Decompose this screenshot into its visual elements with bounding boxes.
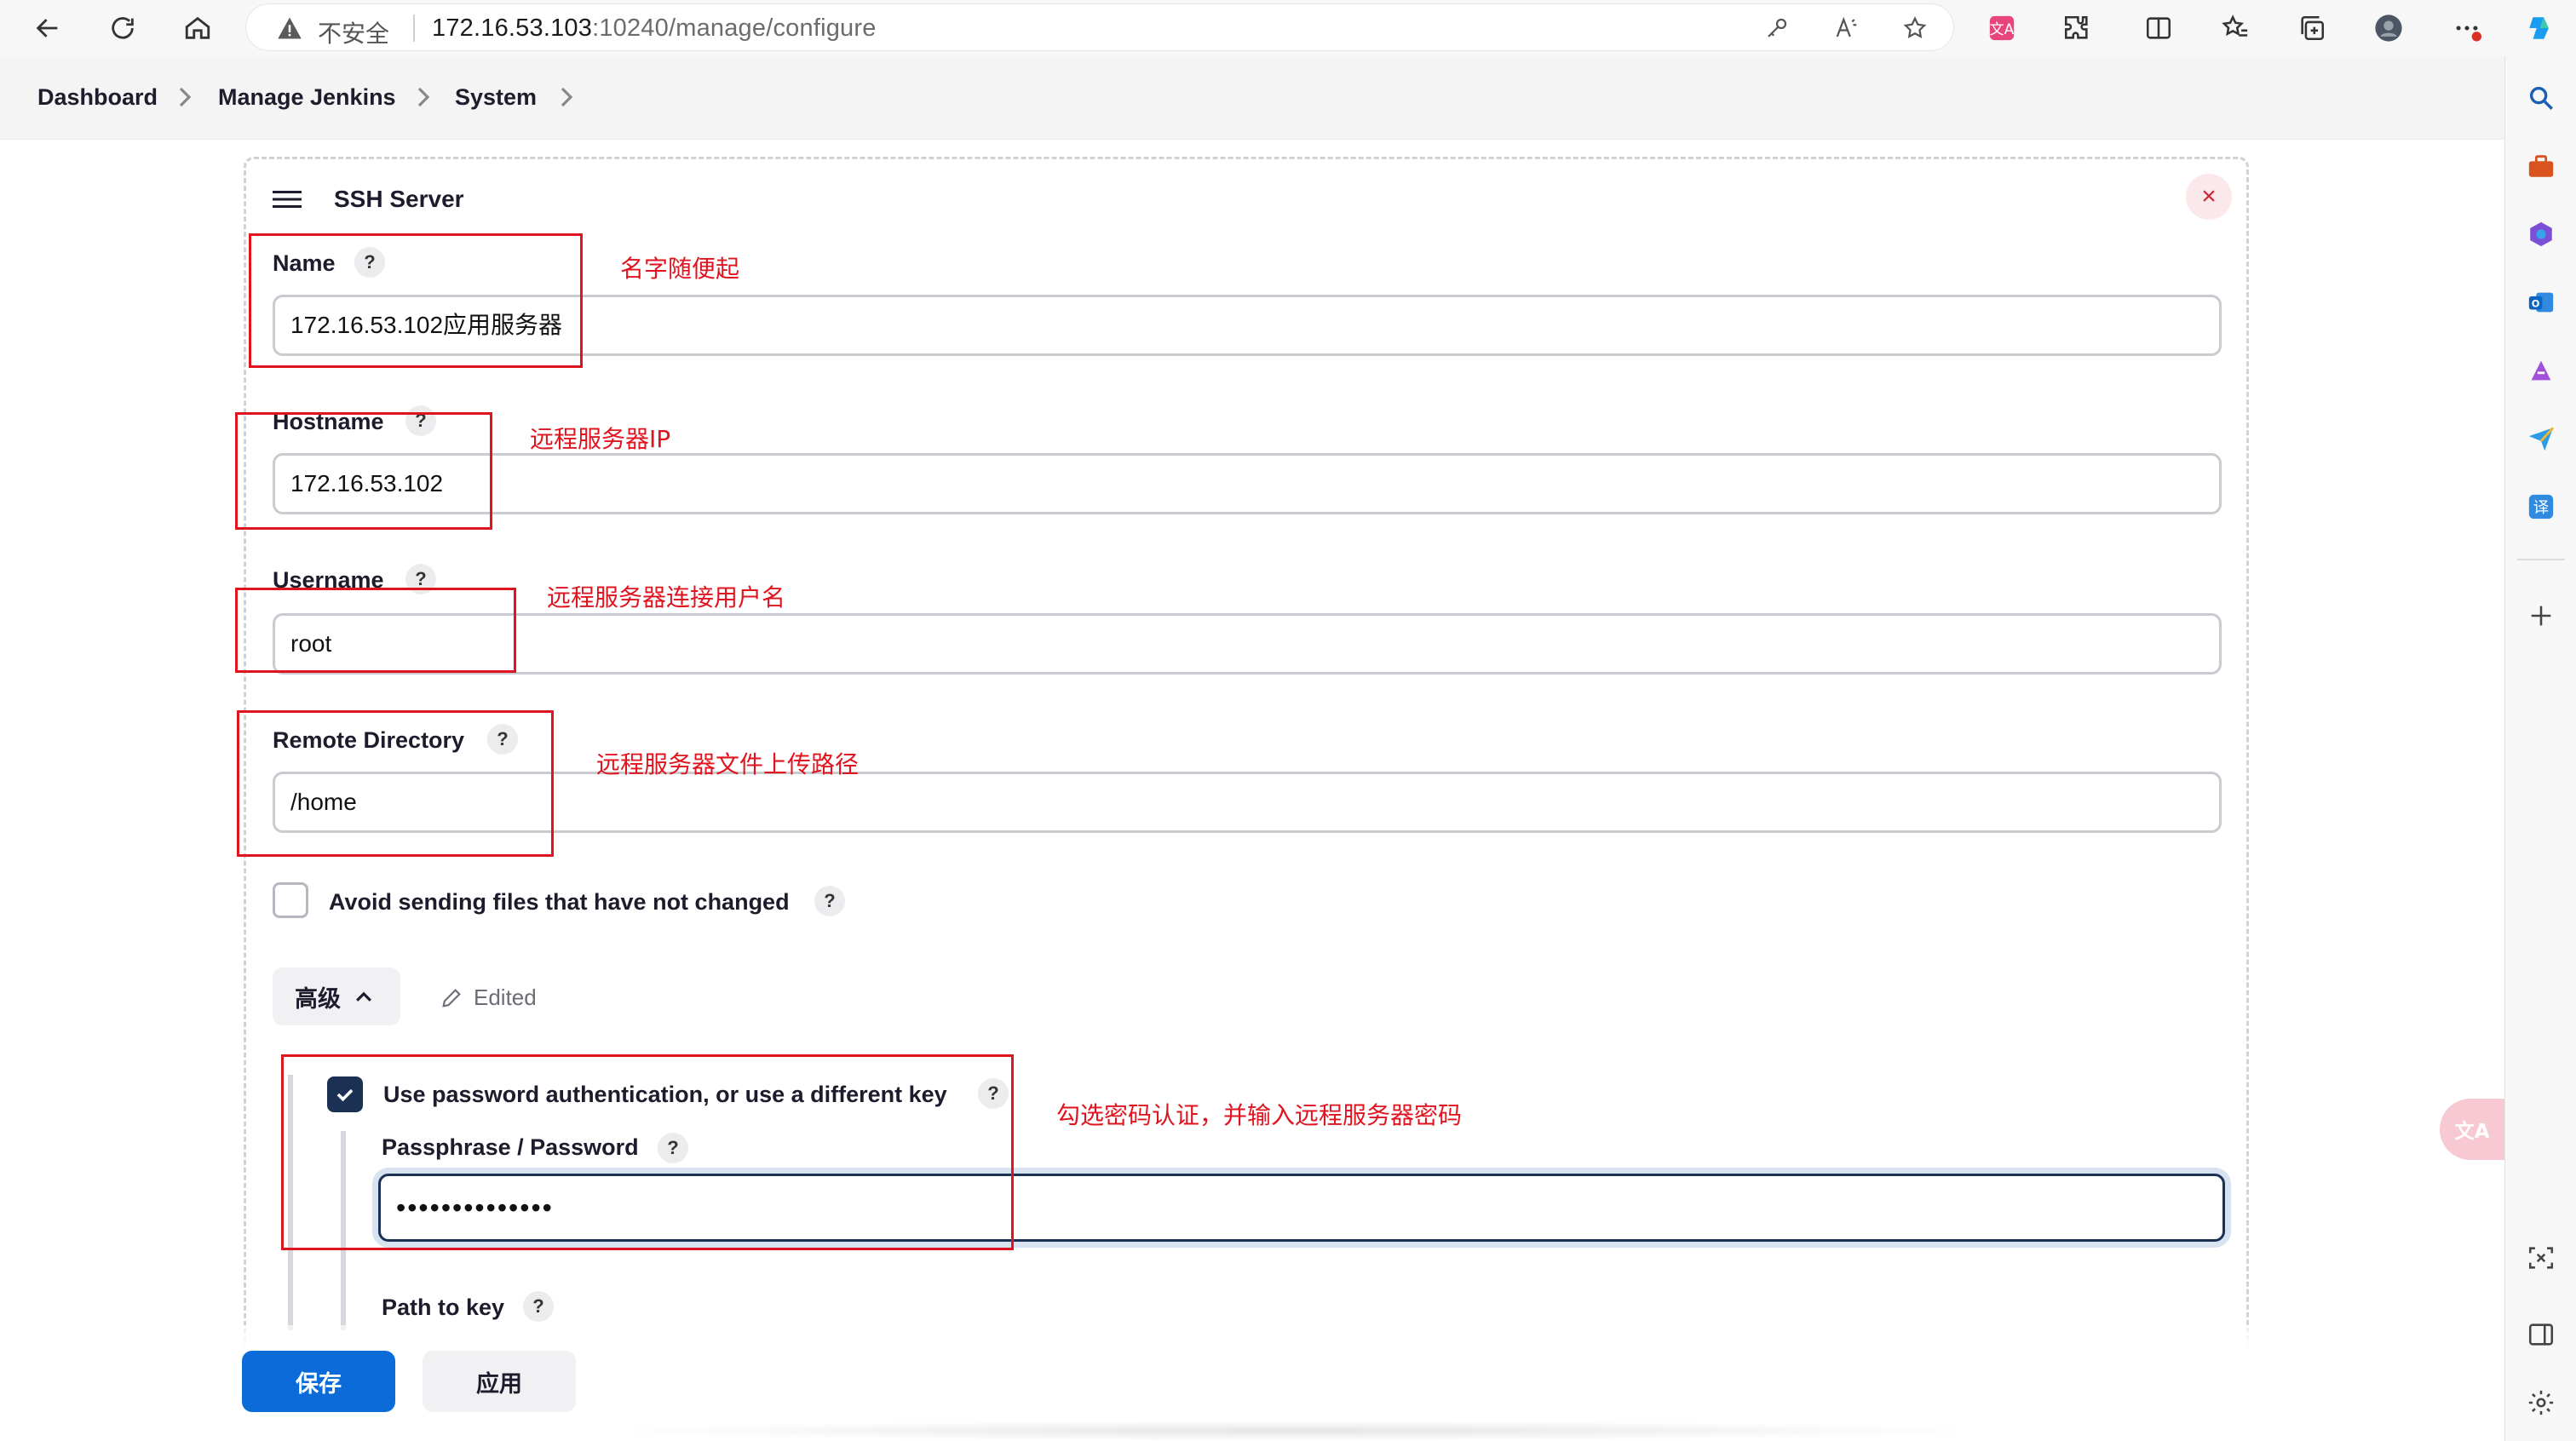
url-path: :10240/manage/configure bbox=[592, 14, 877, 42]
advanced-label: 高级 bbox=[295, 985, 341, 1013]
home-icon[interactable] bbox=[177, 8, 218, 49]
browser-toolbar: 不安全 172.16.53.103:10240/manage/configure… bbox=[0, 0, 2576, 56]
chevron-right-icon bbox=[417, 87, 430, 107]
add-icon[interactable] bbox=[2523, 598, 2559, 634]
warning-icon bbox=[278, 17, 302, 39]
breadcrumb-system[interactable]: System bbox=[455, 84, 537, 111]
search-icon[interactable] bbox=[2523, 80, 2559, 116]
copilot-icon[interactable] bbox=[2523, 11, 2557, 45]
insecure-label[interactable]: 不安全 bbox=[318, 15, 389, 49]
send-icon[interactable] bbox=[2523, 421, 2559, 456]
apply-button[interactable]: 应用 bbox=[423, 1351, 576, 1412]
refresh-icon[interactable] bbox=[102, 8, 143, 49]
translate-extension-icon[interactable]: 文A bbox=[1985, 11, 2019, 45]
chevron-right-icon[interactable] bbox=[557, 85, 578, 109]
translator-icon[interactable]: 译 bbox=[2523, 489, 2559, 525]
path-to-key-label: Path to key bbox=[382, 1295, 505, 1320]
advanced-toggle-button[interactable]: 高级 bbox=[273, 967, 400, 1025]
designer-icon[interactable] bbox=[2523, 353, 2559, 388]
office-icon[interactable] bbox=[2523, 216, 2559, 252]
chevron-right-icon bbox=[179, 87, 192, 107]
sidebar-divider bbox=[2517, 559, 2565, 560]
annotation-box-name bbox=[249, 233, 583, 368]
svg-text:文A: 文A bbox=[1990, 21, 2015, 38]
screenshot-icon[interactable] bbox=[2523, 1240, 2559, 1276]
svg-text:文A: 文A bbox=[2455, 1119, 2489, 1143]
collections-icon[interactable] bbox=[2295, 11, 2329, 45]
annotation-username: 远程服务器连接用户名 bbox=[547, 583, 786, 611]
outlook-icon[interactable]: O bbox=[2523, 284, 2559, 320]
path-to-key-help-button[interactable]: ? bbox=[523, 1291, 554, 1322]
split-screen-icon[interactable] bbox=[2142, 11, 2176, 45]
edited-indicator: Edited bbox=[440, 985, 537, 1011]
remote-directory-input[interactable]: /home bbox=[273, 772, 2222, 833]
chevron-up-icon bbox=[356, 991, 371, 1002]
annotation-remote-directory: 远程服务器文件上传路径 bbox=[596, 750, 860, 778]
section-title: SSH Server bbox=[334, 186, 464, 212]
edited-label: Edited bbox=[474, 985, 537, 1010]
floating-translate-icon[interactable]: 文A bbox=[2440, 1099, 2504, 1160]
annotation-box-hostname bbox=[235, 412, 492, 530]
annotation-hostname: 远程服务器IP bbox=[530, 425, 671, 453]
breadcrumb-manage-jenkins[interactable]: Manage Jenkins bbox=[218, 84, 396, 111]
more-menu-icon[interactable] bbox=[2450, 11, 2484, 45]
svg-text:译: 译 bbox=[2533, 499, 2549, 517]
profile-avatar[interactable] bbox=[2372, 11, 2406, 45]
avoid-sending-label[interactable]: Avoid sending files that have not change… bbox=[329, 889, 790, 916]
annotation-box-password bbox=[281, 1054, 1014, 1250]
extensions-icon[interactable] bbox=[2060, 11, 2094, 45]
back-icon[interactable] bbox=[27, 8, 68, 49]
hostname-input[interactable]: 172.16.53.102 bbox=[273, 453, 2222, 514]
pencil-icon bbox=[442, 988, 461, 1008]
save-button[interactable]: 保存 bbox=[242, 1351, 395, 1412]
key-icon[interactable] bbox=[1762, 14, 1791, 43]
breadcrumb: Dashboard Manage Jenkins System bbox=[0, 56, 2504, 140]
svg-text:O: O bbox=[2532, 298, 2540, 310]
sidebar-toggle-icon[interactable] bbox=[2523, 1317, 2559, 1352]
annotation-name: 名字随便起 bbox=[620, 255, 740, 283]
annotation-password: 勾选密码认证，并输入远程服务器密码 bbox=[1056, 1101, 1463, 1129]
read-aloud-icon[interactable] bbox=[1832, 14, 1861, 43]
address-bar[interactable]: 不安全 172.16.53.103:10240/manage/configure bbox=[245, 3, 1954, 51]
drag-handle-icon[interactable] bbox=[273, 189, 302, 210]
avoid-sending-checkbox[interactable] bbox=[273, 882, 308, 918]
annotation-box-username bbox=[235, 588, 516, 673]
breadcrumb-dashboard[interactable]: Dashboard bbox=[37, 84, 158, 111]
browser-sidebar: O 译 bbox=[2504, 56, 2576, 1441]
horizontal-scroll-shadow bbox=[596, 1421, 1993, 1441]
url-text[interactable]: 172.16.53.103:10240/manage/configure bbox=[432, 14, 877, 43]
url-host: 172.16.53.103 bbox=[432, 14, 593, 42]
close-icon: × bbox=[2201, 182, 2217, 210]
favorite-star-icon[interactable] bbox=[1900, 14, 1929, 43]
username-input[interactable]: root bbox=[273, 613, 2222, 675]
help-icon: ? bbox=[532, 1295, 544, 1317]
avoid-sending-help-button[interactable]: ? bbox=[814, 886, 845, 916]
favorites-icon[interactable] bbox=[2218, 11, 2252, 45]
tools-icon[interactable] bbox=[2523, 148, 2559, 184]
settings-gear-icon[interactable] bbox=[2523, 1385, 2559, 1421]
help-icon: ? bbox=[824, 890, 836, 911]
annotation-box-remote-directory bbox=[237, 710, 554, 857]
close-button[interactable]: × bbox=[2186, 174, 2232, 220]
address-separator bbox=[413, 14, 415, 42]
